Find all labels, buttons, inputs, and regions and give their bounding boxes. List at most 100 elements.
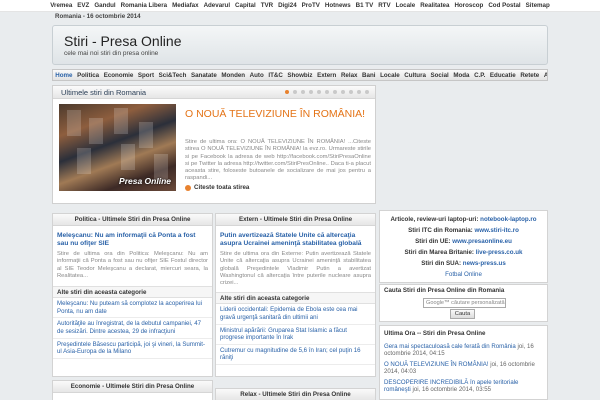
mainnav-item[interactable]: Sport	[136, 72, 157, 79]
mainnav-item[interactable]: Relax	[339, 72, 360, 79]
extern-story-title[interactable]: Putin avertizează Statele Unite că alter…	[220, 232, 371, 248]
footer-link[interactable]: Fotbal Online	[380, 269, 547, 280]
mainnav-item[interactable]: Retete	[518, 72, 542, 79]
partner-row: Articole, review-uri laptop-uri: noteboo…	[380, 214, 547, 225]
topnav-link[interactable]: Vremea	[50, 2, 72, 9]
topnav-link[interactable]: EVZ	[77, 2, 89, 9]
latest-heading: Ultima Ora -- Stiri din Presa Online	[384, 330, 486, 337]
extern-other-heading: Alte stiri din aceasta categorie	[216, 292, 375, 305]
mainnav-item[interactable]: Economie	[101, 72, 135, 79]
extern-heading: Extern - Ultimele Stiri din Presa Online	[216, 214, 375, 226]
topnav-link[interactable]: Hotnews	[325, 2, 351, 9]
mainnav-item[interactable]: Educatie	[488, 72, 518, 79]
slider-dot[interactable]	[365, 90, 369, 94]
newspapers-image[interactable]: Presa Online	[59, 104, 176, 191]
partner-label: Articole, review-uri laptop-uri:	[390, 216, 481, 223]
partner-link[interactable]: live-press.co.uk	[476, 249, 523, 256]
mainnav-item[interactable]: Extern	[315, 72, 339, 79]
slider-dot[interactable]	[285, 90, 289, 94]
partner-link[interactable]: www.stiri-itc.ro	[474, 227, 518, 234]
mainnav-item[interactable]: Showbiz	[285, 72, 315, 79]
partner-row: Stiri din SUA: news-press.us	[380, 258, 547, 269]
partner-list: Articole, review-uri laptop-uri: noteboo…	[380, 211, 547, 280]
latest-item: O NOUĂ TELEVIZIUNE ÎN ROMÂNIA! joi, 16 o…	[380, 360, 547, 378]
topnav-link[interactable]: Capital	[235, 2, 256, 9]
topnav-link[interactable]: Cod Postal	[488, 2, 520, 9]
slider-dot[interactable]	[325, 90, 329, 94]
mainnav-item[interactable]: Auto	[247, 72, 266, 79]
politica-other-item[interactable]: Preşedintele Băsescu participă, joi şi v…	[53, 339, 212, 359]
mainnav-item[interactable]: Moda	[451, 72, 472, 79]
partner-label: Stiri din SUA:	[421, 260, 463, 267]
site-tagline: cele mai noi stiri din presa online	[64, 50, 159, 57]
slider-dot[interactable]	[301, 90, 305, 94]
search-button[interactable]: Cauta	[450, 309, 475, 319]
politica-other-item[interactable]: Autorităţile au înregistrat, de la debut…	[53, 318, 212, 339]
mainnav-item[interactable]: Agricultura	[542, 72, 547, 79]
partner-sites: Articole, review-uri laptop-uri: noteboo…	[379, 210, 548, 283]
image-caption: Presa Online	[119, 176, 171, 186]
partner-link[interactable]: notebook-laptop.ro	[480, 216, 536, 223]
topnav-link[interactable]: ProTV	[302, 2, 320, 9]
topnav-link[interactable]: Mediafax	[172, 2, 198, 9]
mainnav-item[interactable]: Cultura	[402, 72, 428, 79]
topnav-link[interactable]: Digi24	[278, 2, 297, 9]
topnav-link[interactable]: TVR	[261, 2, 273, 9]
slider-dot[interactable]	[357, 90, 361, 94]
topnav-link[interactable]: Horoscop	[454, 2, 483, 9]
mainnav-item[interactable]: Bani	[360, 72, 378, 79]
slide-excerpt: Stire de ultima ora: O NOUĂ TELEVIZIUNE …	[185, 139, 371, 182]
politica-other-item[interactable]: Meleşcanu: Nu puteam să complotez la aco…	[53, 298, 212, 319]
slider-dots	[285, 90, 369, 94]
slider-dot[interactable]	[333, 90, 337, 94]
latest-item-title[interactable]: O NOUĂ TELEVIZIUNE ÎN ROMÂNIA!	[384, 361, 489, 368]
main-navigation: Home Politica Economie Sport Sci&Tech Sanatat…	[52, 69, 548, 81]
slider-dot[interactable]	[349, 90, 353, 94]
latest-item-title[interactable]: Gera mai spectaculoasă cale ferată din R…	[384, 343, 516, 350]
extern-other-item[interactable]: Liderii occidentali: Epidemia de Ebola e…	[216, 304, 375, 325]
site-title[interactable]: Stiri - Presa Online	[64, 33, 181, 49]
latest-item: DESCOPERIRE INCREDIBILĂ în apele teritor…	[380, 378, 547, 396]
slider-dot[interactable]	[309, 90, 313, 94]
topnav-link[interactable]: Adevarul	[204, 2, 230, 9]
slider-dot[interactable]	[317, 90, 321, 94]
partner-link[interactable]: www.presaonline.eu	[452, 238, 512, 245]
topnav-link[interactable]: Locale	[396, 2, 416, 9]
topnav-link[interactable]: RTV	[378, 2, 390, 9]
partner-row: Stiri ITC din Romania: www.stiri-itc.ro	[380, 225, 547, 236]
mainnav-item[interactable]: Home	[53, 72, 75, 79]
mainnav-item[interactable]: Sci&Tech	[156, 72, 188, 79]
politica-heading: Politica - Ultimele Stiri din Presa Onli…	[53, 214, 212, 226]
slide-title[interactable]: O NOUĂ TELEVIZIUNE ÎN ROMÂNIA!	[185, 108, 371, 120]
read-more-link[interactable]: Citeste toata stirea	[185, 184, 249, 191]
topnav-link[interactable]: Gandul	[94, 2, 115, 9]
search-input[interactable]: Google™ căutare personalizată	[423, 298, 506, 308]
mainnav-item[interactable]: IT&C	[266, 72, 285, 79]
partner-label: Stiri din UE:	[415, 238, 453, 245]
politica-story-title[interactable]: Meleşcanu: Nu am informaţii că Ponta a f…	[57, 232, 208, 248]
latest-item-time: joi, 16 octombrie 2014, 03:55	[410, 386, 492, 394]
mainnav-item[interactable]: C.P.	[472, 72, 488, 79]
mainnav-item[interactable]: Sanatate	[189, 72, 219, 79]
partner-link[interactable]: news-press.us	[463, 260, 506, 267]
mainnav-item[interactable]: Locale	[378, 72, 402, 79]
extern-story-excerpt: Stire de ultima ora din Externe: Putin a…	[220, 251, 371, 287]
arrow-circle-icon	[185, 184, 191, 191]
slider-dot[interactable]	[341, 90, 345, 94]
slider-heading-label: Ultimele stiri din Romania	[61, 88, 147, 97]
topnav-link[interactable]: Realitatea	[420, 2, 449, 9]
partner-label: Stiri ITC din Romania:	[408, 227, 475, 234]
mainnav-item[interactable]: Monden	[219, 72, 247, 79]
economie-heading: Economie - Ultimele Stiri din Presa Onli…	[53, 381, 212, 393]
extern-other-item[interactable]: Cutremur cu magnitudine de 5,6 în Iran; …	[216, 345, 375, 366]
slider-dot[interactable]	[293, 90, 297, 94]
read-more-label: Citeste toata stirea	[194, 184, 250, 191]
latest-news: Ultima Ora -- Stiri din Presa Online Ger…	[379, 325, 548, 400]
topnav-link[interactable]: Sitemap	[526, 2, 550, 9]
mainnav-item[interactable]: Social	[428, 72, 451, 79]
relax-panel: Relax - Ultimele Stiri din Presa Online	[215, 388, 376, 400]
topnav-link[interactable]: B1 TV	[356, 2, 374, 9]
extern-other-item[interactable]: Ministrul apărării: Gruparea Stat Islami…	[216, 325, 375, 345]
topnav-link[interactable]: Romania Libera	[121, 2, 167, 9]
mainnav-item[interactable]: Politica	[75, 72, 102, 79]
